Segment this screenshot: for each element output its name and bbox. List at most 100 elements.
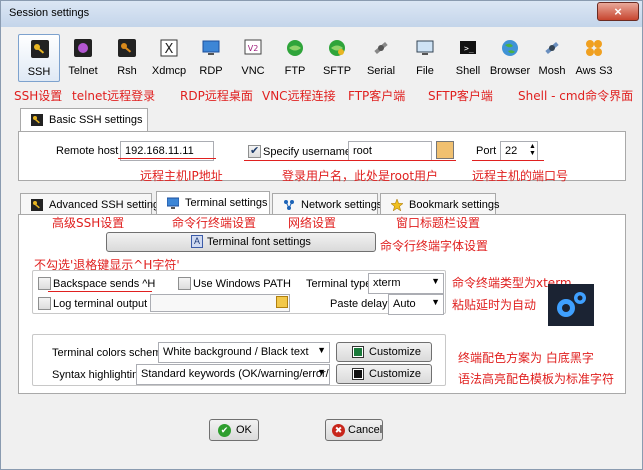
- session-rdp[interactable]: RDP: [190, 34, 232, 82]
- session-label: Shell: [455, 65, 481, 77]
- session-label: Browser: [489, 65, 531, 77]
- username-input[interactable]: root: [348, 141, 432, 161]
- annotation-paste-delay: 粘贴延时为自动: [452, 298, 537, 312]
- session-label: SSH: [27, 66, 51, 78]
- port-label: Port: [476, 145, 497, 157]
- network-icon: [284, 200, 294, 210]
- log-terminal-output-checkbox[interactable]: [38, 297, 51, 310]
- rsh-key-icon: [118, 39, 136, 57]
- ok-label: OK: [236, 424, 252, 436]
- tab-label: Basic SSH settings: [49, 114, 143, 126]
- annotation-colors: 终端配色方案为 白底黑字: [458, 351, 594, 365]
- session-telnet[interactable]: Telnet: [62, 34, 104, 82]
- telnet-icon: [74, 39, 92, 57]
- annotation-remote-host: 远程主机IP地址: [140, 169, 223, 183]
- session-xdmcp[interactable]: X Xdmcp: [148, 34, 190, 82]
- tab-terminal-settings[interactable]: Terminal settings: [156, 191, 270, 215]
- tab-bookmark-settings[interactable]: Bookmark settings: [380, 193, 500, 215]
- session-shell[interactable]: >_ Shell: [447, 34, 489, 82]
- session-rsh[interactable]: Rsh: [106, 34, 148, 82]
- session-label: VNC: [241, 65, 265, 77]
- port-spinner-icon[interactable]: ▲ ▼: [528, 143, 537, 158]
- session-ssh[interactable]: SSH: [18, 34, 60, 82]
- sftp-globe-icon: [329, 40, 345, 56]
- chevron-down-icon: ▼: [431, 276, 440, 286]
- annotation-terminal: 命令行终端设置: [172, 216, 257, 230]
- annotation-rdp: RDP远程桌面: [180, 89, 253, 103]
- terminal-type-label: Terminal type:: [306, 278, 375, 290]
- folder-icon[interactable]: [276, 296, 288, 308]
- paste-delay-select[interactable]: Auto ▼: [388, 294, 444, 315]
- key-small-icon: [31, 114, 43, 126]
- ftp-globe-icon: [287, 40, 303, 56]
- session-ftp[interactable]: FTP: [274, 34, 316, 82]
- annotation-network: 网络设置: [288, 216, 337, 230]
- svg-text:X: X: [165, 42, 174, 57]
- paste-delay-label: Paste delay:: [330, 298, 391, 310]
- annotation-ftp: FTP客户端: [348, 89, 406, 103]
- session-aws-s3[interactable]: Aws S3: [573, 34, 615, 82]
- use-windows-path-checkbox[interactable]: [178, 277, 191, 290]
- serial-satellite-icon: [374, 41, 388, 55]
- session-browser[interactable]: Browser: [489, 34, 531, 82]
- customize-label: Customize: [369, 346, 421, 358]
- backspace-sends-h-checkbox[interactable]: [38, 277, 51, 290]
- specify-username-label: Specify username: [263, 146, 352, 158]
- tab-label: Network settings: [301, 199, 383, 211]
- advanced-key-icon: [31, 199, 43, 211]
- session-vnc[interactable]: V2 VNC: [232, 34, 274, 82]
- customize-icon: [352, 346, 364, 358]
- annotation-syntax: 语法高亮配色模板为标准字符: [458, 372, 615, 386]
- aws-s3-icon: [586, 40, 602, 56]
- session-label: Xdmcp: [151, 65, 187, 77]
- ok-check-icon: ✔: [218, 424, 231, 437]
- close-button[interactable]: ×: [597, 2, 639, 21]
- annotation-shell: Shell - cmd命令界面: [518, 89, 634, 103]
- log-output-path-input[interactable]: [150, 294, 290, 312]
- annotation-telnet: telnet远程登录: [72, 89, 156, 103]
- session-label: Telnet: [68, 65, 98, 77]
- ok-button[interactable]: ✔ OK: [209, 419, 259, 441]
- session-label: RDP: [199, 65, 223, 77]
- user-manager-icon[interactable]: [436, 141, 454, 159]
- syntax-highlighting-select[interactable]: Standard keywords (OK/warning/error/...)…: [136, 364, 330, 385]
- chevron-down-icon: ▼: [317, 367, 326, 377]
- tab-label: Bookmark settings: [409, 199, 500, 211]
- specify-username-checkbox[interactable]: [248, 144, 261, 158]
- session-label: Mosh: [538, 65, 566, 77]
- chevron-down-icon: ▼: [317, 345, 326, 355]
- session-type-bar: SSH Telnet Rsh X Xdmcp RDP V2 VNC FTP SF…: [14, 34, 628, 84]
- colors-customize-button[interactable]: Customize: [336, 342, 432, 362]
- log-terminal-output-label: Log terminal output to:: [53, 298, 163, 310]
- session-label: Serial: [366, 65, 396, 77]
- terminal-type-select[interactable]: xterm ▼: [368, 273, 444, 294]
- session-label: Rsh: [117, 65, 137, 77]
- tab-advanced-ssh-settings[interactable]: Advanced SSH settings: [20, 193, 165, 215]
- file-monitor-icon: [416, 40, 434, 55]
- terminal-colors-label: Terminal colors scheme:: [52, 347, 171, 359]
- annotation-username: 登录用户名，此处是root用户: [282, 169, 439, 183]
- terminal-colors-select[interactable]: White background / Black text ▼: [158, 342, 330, 363]
- shell-terminal-icon: >_: [460, 41, 476, 54]
- session-sftp[interactable]: SFTP: [316, 34, 358, 82]
- tab-network-settings[interactable]: Network settings: [272, 193, 382, 215]
- use-windows-path-label: Use Windows PATH: [193, 278, 292, 290]
- cancel-button[interactable]: ✖ Cancel: [325, 419, 383, 441]
- terminal-font-settings-button[interactable]: A Terminal font settings: [106, 232, 376, 252]
- cancel-x-icon: ✖: [332, 424, 345, 437]
- syntax-customize-button[interactable]: Customize: [336, 364, 432, 384]
- rdp-monitor-icon: [202, 40, 220, 55]
- session-mosh[interactable]: Mosh: [531, 34, 573, 82]
- backspace-sends-h-label: Backspace sends ^H: [53, 278, 156, 290]
- session-file[interactable]: File: [404, 34, 446, 82]
- tab-label: Terminal settings: [185, 197, 268, 209]
- backspace-underline: [48, 291, 152, 292]
- session-serial[interactable]: Serial: [360, 34, 402, 82]
- annotation-bookmark: 窗口标题栏设置: [396, 216, 481, 230]
- tab-basic-ssh-settings[interactable]: Basic SSH settings: [20, 108, 148, 132]
- session-label: FTP: [284, 65, 306, 77]
- chevron-down-icon: ▼: [431, 297, 440, 307]
- customize-label: Customize: [369, 368, 421, 380]
- terminal-colors-value: White background / Black text: [163, 346, 309, 358]
- annotation-sftp: SFTP客户端: [428, 89, 493, 103]
